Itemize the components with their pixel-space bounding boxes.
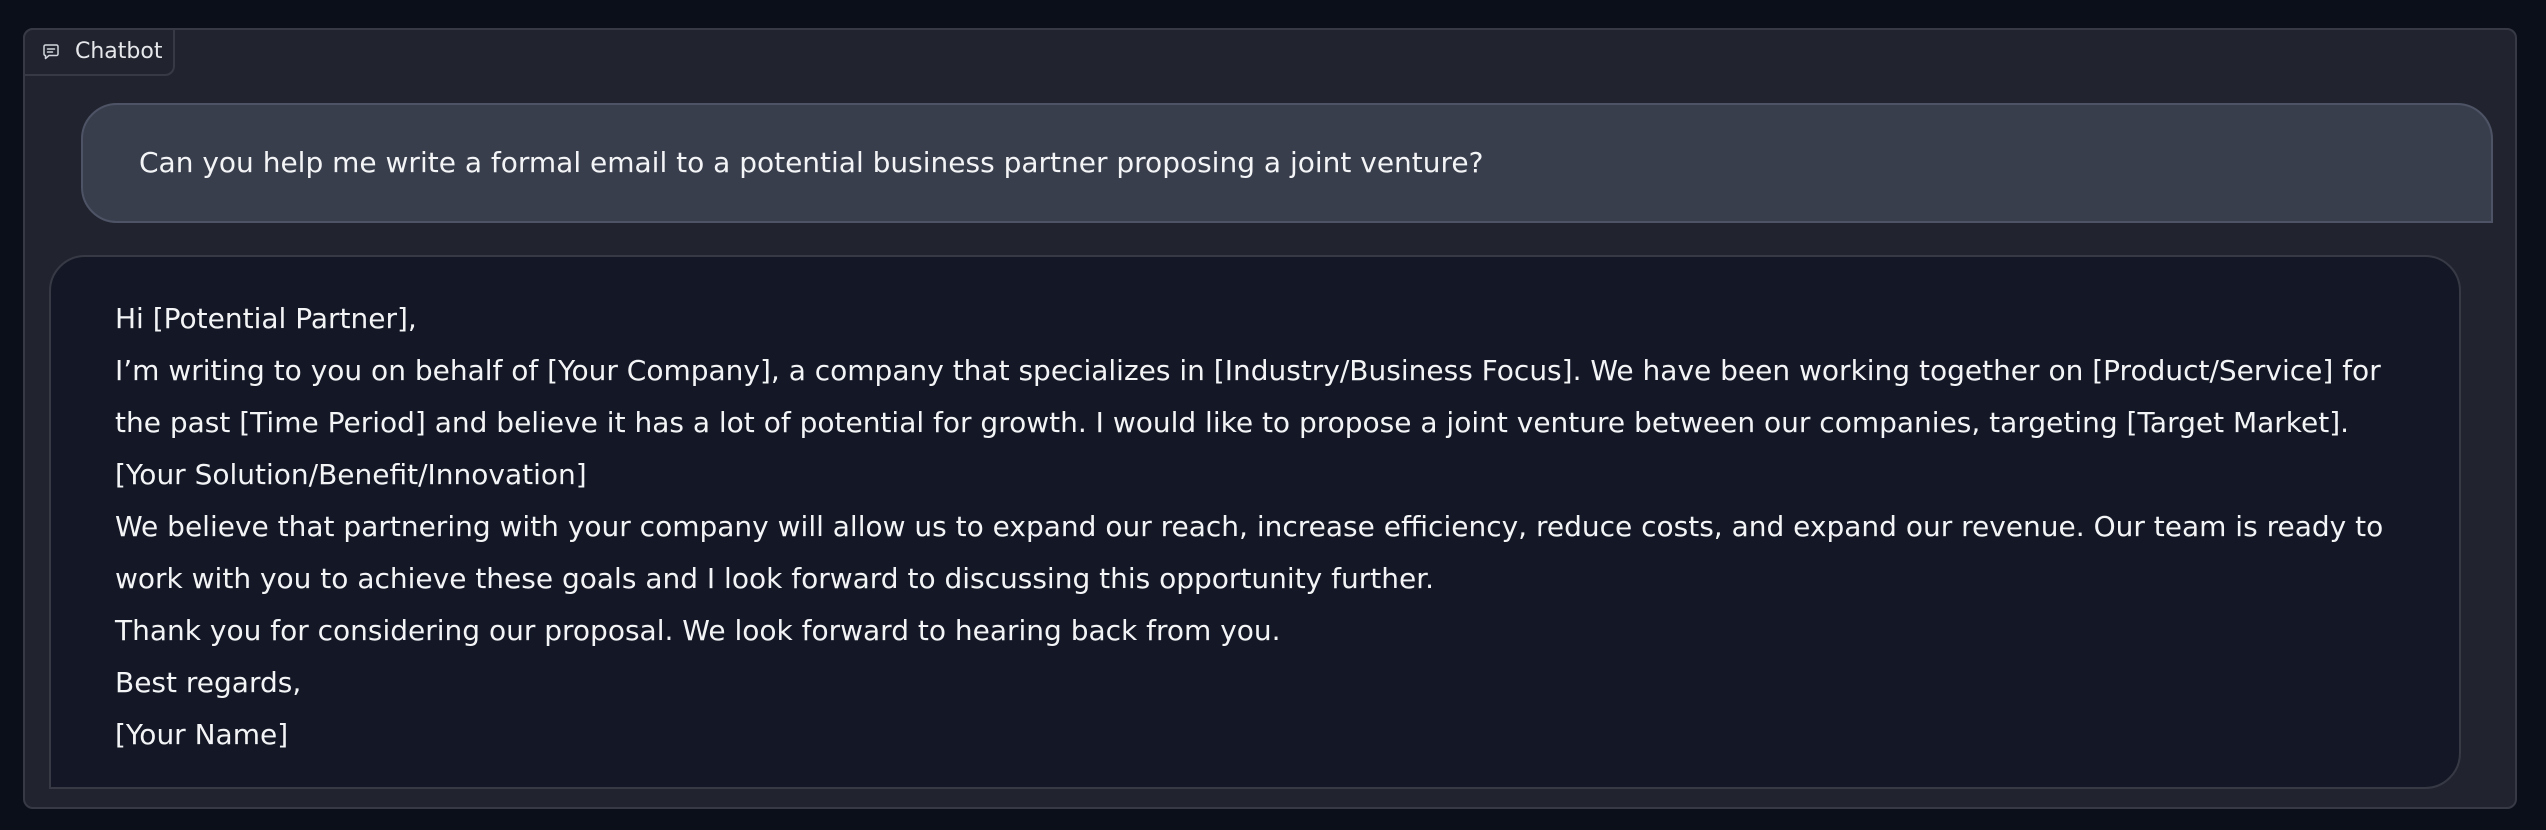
assistant-message-line: Thank you for considering our proposal. … [115, 614, 1281, 647]
assistant-message-line: Best regards, [115, 666, 302, 699]
assistant-message-line: We believe that partnering with your com… [115, 510, 2384, 595]
user-message: Can you help me write a formal email to … [81, 103, 2493, 223]
assistant-message: Hi [Potential Partner], I’m writing to y… [49, 255, 2461, 789]
message-list: Can you help me write a formal email to … [25, 30, 2515, 807]
assistant-message-line: [Your Solution/Benefit/Innovation] [115, 458, 587, 491]
chatbot-panel: Chatbot Can you help me write a formal e… [23, 28, 2517, 809]
assistant-message-line: I’m writing to you on behalf of [Your Co… [115, 354, 2381, 439]
assistant-message-line: [Your Name] [115, 718, 289, 751]
user-message-text: Can you help me write a formal email to … [139, 146, 1484, 179]
assistant-message-line: Hi [Potential Partner], [115, 302, 417, 335]
